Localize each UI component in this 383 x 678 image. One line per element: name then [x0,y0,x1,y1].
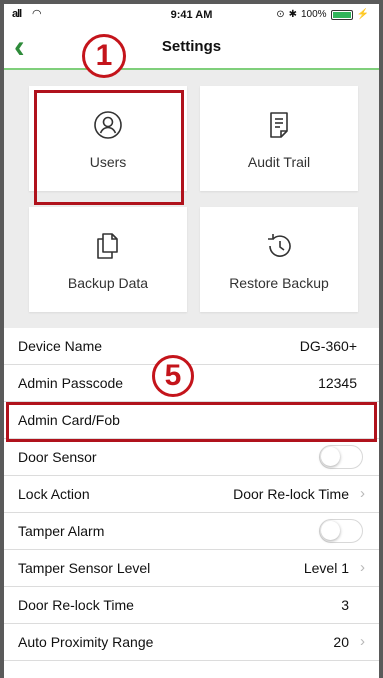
setting-value: DG-360+ [299,338,357,354]
setting-label: Auto Proximity Range [18,634,154,650]
battery-percent: 100% [300,9,327,20]
setting-row-auto-proximity-range[interactable]: Auto Proximity Range 20 › [4,624,379,661]
setting-value: 3 [341,597,349,613]
setting-label: Lock Action [18,486,90,502]
chevron-right-icon: › [360,633,365,650]
navigation-bar: ‹ Settings [4,26,379,70]
users-tile-highlight [34,90,184,205]
setting-row-door-relock-time[interactable]: Door Re-lock Time 3 [4,587,379,624]
status-right: ⊙ ✱ 100% ⚡ [276,9,369,20]
status-bar: all ◠ 9:41 AM ⊙ ✱ 100% ⚡ [4,4,379,26]
setting-row-device-name[interactable]: Device Name DG-360+ [4,328,379,365]
phone-screen: all ◠ 9:41 AM ⊙ ✱ 100% ⚡ ‹ Settings User… [4,4,379,678]
setting-label: Tamper Sensor Level [18,560,151,576]
lock-rotation-icon: ⊙ [276,9,285,20]
toggle-knob [321,447,340,466]
charging-icon: ⚡ [356,9,369,20]
setting-label: Tamper Alarm [18,523,105,539]
setting-label: Door Re-lock Time [18,597,134,613]
audit-trail-tile-label: Audit Trail [247,154,311,170]
admin-card-fob-highlight [6,402,377,442]
backup-data-tile[interactable]: Backup Data [29,207,187,312]
restore-backup-tile-label: Restore Backup [229,275,329,291]
setting-label: Door Sensor [18,449,97,465]
setting-value: Level 1 [303,560,349,576]
tamper-alarm-toggle[interactable] [319,519,363,543]
page-title: Settings [161,38,222,55]
annotation-1: 1 [82,34,126,78]
document-icon [200,110,358,140]
toggle-knob [321,521,340,540]
door-sensor-toggle[interactable] [319,445,363,469]
battery-icon [330,9,353,20]
chevron-right-icon: › [360,485,365,502]
setting-value: 12345 [318,375,357,391]
settings-tile-grid: Users Audit Trail Backup Data Restore Ba… [4,70,379,328]
setting-row-door-sensor: Door Sensor [4,439,379,476]
annotation-5: 5 [152,355,194,397]
bluetooth-icon: ✱ [288,9,297,20]
setting-row-tamper-sensor-level[interactable]: Tamper Sensor Level Level 1 › [4,550,379,587]
audit-trail-tile[interactable]: Audit Trail [200,86,358,191]
backup-data-tile-label: Backup Data [67,275,149,291]
setting-label: Admin Passcode [18,375,124,391]
setting-row-lock-action[interactable]: Lock Action Door Re-lock Time › [4,476,379,513]
restore-icon [200,231,358,261]
setting-label: Device Name [18,338,103,354]
setting-value: 20 [333,634,349,650]
restore-backup-tile[interactable]: Restore Backup [200,207,358,312]
setting-value: Door Re-lock Time [233,486,349,502]
setting-row-tamper-alarm: Tamper Alarm [4,513,379,550]
chevron-right-icon: › [360,559,365,576]
copy-icon [29,231,187,261]
